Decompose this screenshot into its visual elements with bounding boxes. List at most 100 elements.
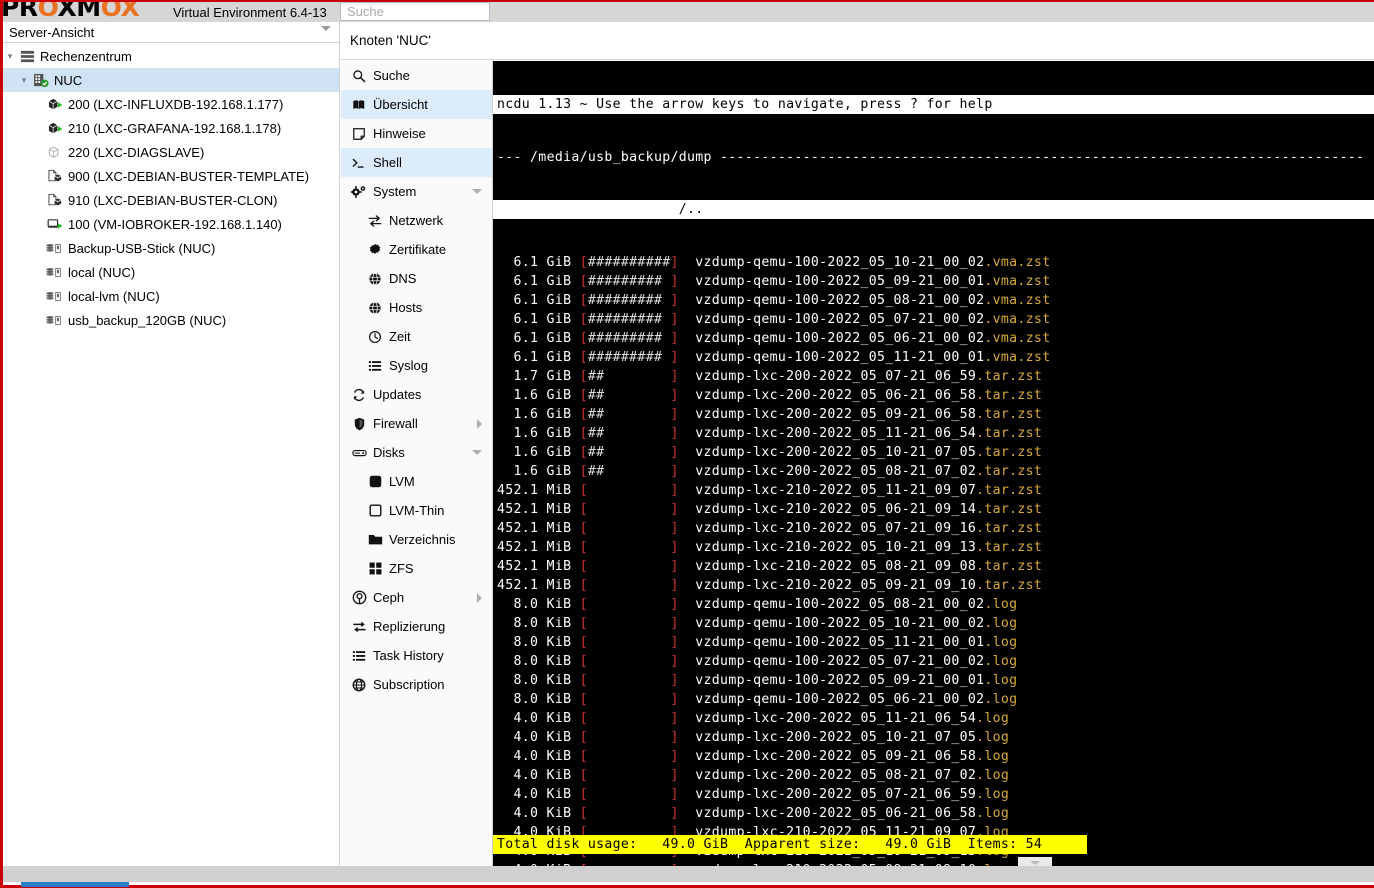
- ncdu-row[interactable]: 4.0 KiB [ ] vzdump-lxc-200-2022_05_10-21…: [497, 728, 1374, 747]
- ncdu-row[interactable]: 4.0 KiB [ ] vzdump-lxc-200-2022_05_09-21…: [497, 747, 1374, 766]
- menu-item-verzeichnis[interactable]: Verzeichnis: [341, 525, 492, 554]
- ncdu-row[interactable]: 6.1 GiB [######### ] vzdump-qemu-100-202…: [497, 348, 1374, 367]
- menu-item-subscription[interactable]: Subscription: [341, 670, 492, 699]
- container-stopped-icon: [45, 144, 65, 160]
- ncdu-row-gap: [571, 426, 579, 441]
- ncdu-row[interactable]: 6.1 GiB [######### ] vzdump-qemu-100-202…: [497, 291, 1374, 310]
- menu-item-label: Disks: [373, 445, 405, 460]
- ncdu-row[interactable]: 1.6 GiB [## ] vzdump-lxc-200-2022_05_10-…: [497, 443, 1374, 462]
- ncdu-selected-row[interactable]: /..: [493, 200, 1374, 220]
- ncdu-row-size: 8.0 KiB: [497, 692, 572, 708]
- tree-item-220-lxc-diagslave[interactable]: 220 (LXC-DIAGSLAVE): [3, 140, 339, 164]
- ncdu-row[interactable]: 4.0 KiB [ ] vzdump-lxc-200-2022_05_07-21…: [497, 785, 1374, 804]
- ncdu-row[interactable]: 6.1 GiB [######### ] vzdump-qemu-100-202…: [497, 272, 1374, 291]
- menu-item-ceph[interactable]: Ceph: [341, 583, 492, 612]
- network-icon: [365, 213, 385, 229]
- ncdu-row[interactable]: 1.6 GiB [## ] vzdump-lxc-200-2022_05_06-…: [497, 386, 1374, 405]
- zfs-icon: [365, 561, 385, 577]
- menu-item-bersicht[interactable]: Übersicht: [341, 90, 492, 119]
- ncdu-row[interactable]: 6.1 GiB [##########] vzdump-qemu-100-202…: [497, 253, 1374, 272]
- chevron-down-icon[interactable]: [472, 189, 482, 194]
- chevron-down-icon[interactable]: ▾: [17, 75, 31, 86]
- menu-item-zeit[interactable]: Zeit: [341, 322, 492, 351]
- menu-item-disks[interactable]: Disks: [341, 438, 492, 467]
- tree-item-local-nuc[interactable]: local (NUC): [3, 260, 339, 284]
- global-search-box[interactable]: [340, 2, 490, 21]
- ncdu-row[interactable]: 1.6 GiB [## ] vzdump-lxc-200-2022_05_09-…: [497, 405, 1374, 424]
- menu-item-hinweise[interactable]: Hinweise: [341, 119, 492, 148]
- ncdu-row-gap2: [679, 312, 696, 327]
- ncdu-row[interactable]: 8.0 KiB [ ] vzdump-qemu-100-2022_05_10-2…: [497, 614, 1374, 633]
- tree-item-900-lxc-debian-buster-template[interactable]: 900 (LXC-DEBIAN-BUSTER-TEMPLATE): [3, 164, 339, 188]
- menu-item-label: Suche: [373, 68, 410, 83]
- proxmox-logo[interactable]: PROXMOX: [3, 2, 171, 22]
- tree-item-label: NUC: [54, 72, 83, 88]
- tree-item-backup-usb-stick-nuc[interactable]: Backup-USB-Stick (NUC): [3, 236, 339, 260]
- chevron-right-icon[interactable]: [477, 593, 482, 603]
- menu-item-zfs[interactable]: ZFS: [341, 554, 492, 583]
- ncdu-row[interactable]: 452.1 MiB [ ] vzdump-lxc-210-2022_05_09-…: [497, 576, 1374, 595]
- menu-item-system[interactable]: System: [341, 177, 492, 206]
- menu-item-syslog[interactable]: Syslog: [341, 351, 492, 380]
- ncdu-row[interactable]: 8.0 KiB [ ] vzdump-qemu-100-2022_05_06-2…: [497, 690, 1374, 709]
- menu-item-firewall[interactable]: Firewall: [341, 409, 492, 438]
- menu-item-lvm[interactable]: LVM: [341, 467, 492, 496]
- ncdu-row[interactable]: 4.0 KiB [ ] vzdump-lxc-200-2022_05_06-21…: [497, 804, 1374, 823]
- menu-item-label: Hinweise: [373, 126, 426, 141]
- top-bar: PROXMOX Virtual Environment 6.4-13: [3, 2, 1374, 22]
- ncdu-row-extension: .tar.zst: [976, 483, 1043, 499]
- ncdu-row-extension: .log: [984, 654, 1018, 670]
- ncdu-row[interactable]: 8.0 KiB [ ] vzdump-qemu-100-2022_05_09-2…: [497, 671, 1374, 690]
- shell-terminal[interactable]: ncdu 1.13 ~ Use the arrow keys to naviga…: [493, 61, 1374, 867]
- chevron-right-icon[interactable]: [477, 419, 482, 429]
- taskbar-active-item[interactable]: [21, 882, 129, 887]
- tree-item-nuc[interactable]: ▾ NUC: [3, 68, 339, 92]
- chevron-down-icon: [321, 26, 331, 31]
- ncdu-row[interactable]: 4.0 KiB [ ] vzdump-lxc-200-2022_05_11-21…: [497, 709, 1374, 728]
- ncdu-row[interactable]: 8.0 KiB [ ] vzdump-qemu-100-2022_05_08-2…: [497, 595, 1374, 614]
- ncdu-row-filename: vzdump-lxc-200-2022_05_11-21_06_54: [695, 426, 977, 442]
- ncdu-row[interactable]: 452.1 MiB [ ] vzdump-lxc-210-2022_05_06-…: [497, 500, 1374, 519]
- menu-item-netzwerk[interactable]: Netzwerk: [341, 206, 492, 235]
- menu-item-suche[interactable]: Suche: [341, 61, 492, 90]
- ncdu-row[interactable]: 452.1 MiB [ ] vzdump-lxc-210-2022_05_10-…: [497, 538, 1374, 557]
- menu-item-hosts[interactable]: Hosts: [341, 293, 492, 322]
- menu-item-label: Updates: [373, 387, 422, 402]
- ncdu-row[interactable]: 1.7 GiB [## ] vzdump-lxc-200-2022_05_07-…: [497, 367, 1374, 386]
- menu-item-zertifikate[interactable]: Zertifikate: [341, 235, 492, 264]
- chevron-down-icon[interactable]: ▾: [3, 51, 17, 62]
- tree-item-200-lxc-influxdb-192-168-1-177[interactable]: 200 (LXC-INFLUXDB-192.168.1.177): [3, 92, 339, 116]
- ncdu-bar-open-bracket: [: [579, 407, 588, 423]
- menu-item-lvm-thin[interactable]: LVM-Thin: [341, 496, 492, 525]
- ncdu-row[interactable]: 8.0 KiB [ ] vzdump-qemu-100-2022_05_11-2…: [497, 633, 1374, 652]
- ncdu-row[interactable]: 452.1 MiB [ ] vzdump-lxc-210-2022_05_11-…: [497, 481, 1374, 500]
- tree-item-210-lxc-grafana-192-168-1-178[interactable]: 210 (LXC-GRAFANA-192.168.1.178): [3, 116, 339, 140]
- ncdu-row[interactable]: 6.1 GiB [######### ] vzdump-qemu-100-202…: [497, 310, 1374, 329]
- tree-item-910-lxc-debian-buster-clon[interactable]: 910 (LXC-DEBIAN-BUSTER-CLON): [3, 188, 339, 212]
- menu-item-task-history[interactable]: Task History: [341, 641, 492, 670]
- ncdu-row[interactable]: 6.1 GiB [######### ] vzdump-qemu-100-202…: [497, 329, 1374, 348]
- ncdu-row-filename: vzdump-qemu-100-2022_05_07-21_00_02: [695, 654, 985, 670]
- ncdu-row[interactable]: 452.1 MiB [ ] vzdump-lxc-210-2022_05_08-…: [497, 557, 1374, 576]
- ncdu-row[interactable]: 452.1 MiB [ ] vzdump-lxc-210-2022_05_07-…: [497, 519, 1374, 538]
- ncdu-row[interactable]: 8.0 KiB [ ] vzdump-qemu-100-2022_05_07-2…: [497, 652, 1374, 671]
- chevron-down-icon[interactable]: [472, 450, 482, 455]
- ncdu-row[interactable]: 1.6 GiB [## ] vzdump-lxc-200-2022_05_11-…: [497, 424, 1374, 443]
- ncdu-row-gap: [571, 730, 579, 745]
- menu-item-dns[interactable]: DNS: [341, 264, 492, 293]
- list-icon: [349, 648, 369, 664]
- ncdu-row-gap: [571, 692, 579, 707]
- tree-item-100-vm-iobroker-192-168-1-140[interactable]: 100 (VM-IOBROKER-192.168.1.140): [3, 212, 339, 236]
- tree-item-rechenzentrum[interactable]: ▾ Rechenzentrum: [3, 44, 339, 68]
- menu-item-updates[interactable]: Updates: [341, 380, 492, 409]
- tree-item-usb-backup-120gb-nuc[interactable]: usb_backup_120GB (NUC): [3, 308, 339, 332]
- menu-item-label: LVM-Thin: [389, 503, 445, 518]
- ncdu-row[interactable]: 4.0 KiB [ ] vzdump-lxc-200-2022_05_08-21…: [497, 766, 1374, 785]
- tree-item-local-lvm-nuc[interactable]: local-lvm (NUC): [3, 284, 339, 308]
- search-input[interactable]: [341, 3, 489, 20]
- menu-item-replizierung[interactable]: Replizierung: [341, 612, 492, 641]
- ncdu-row-bar: ##: [587, 407, 671, 423]
- view-selector-dropdown[interactable]: Server-Ansicht: [3, 22, 339, 43]
- menu-item-shell[interactable]: Shell: [341, 148, 492, 177]
- ncdu-row[interactable]: 1.6 GiB [## ] vzdump-lxc-200-2022_05_08-…: [497, 462, 1374, 481]
